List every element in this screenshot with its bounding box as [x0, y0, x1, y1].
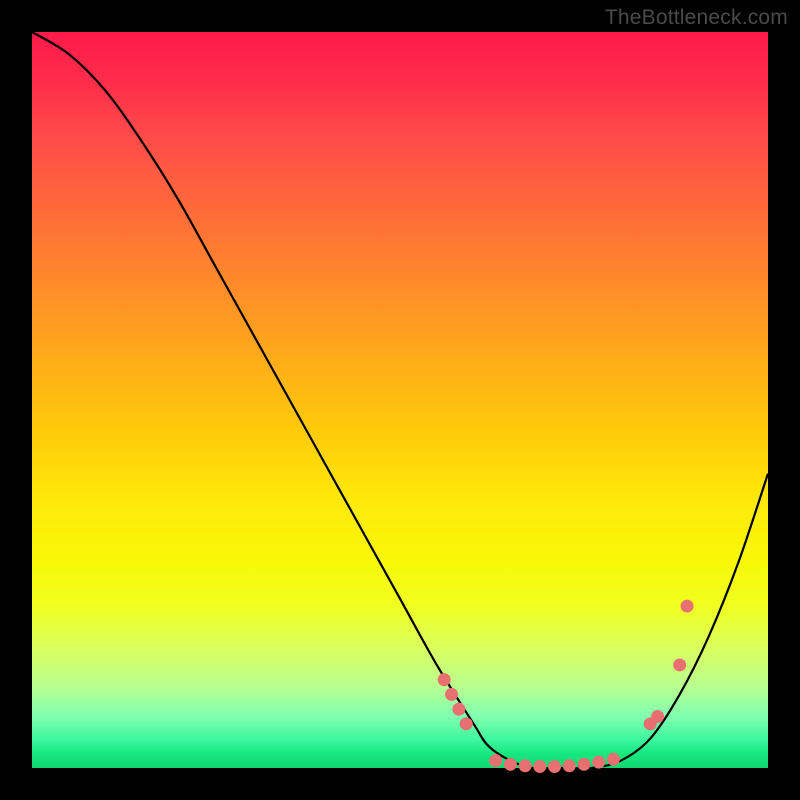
marker-point	[452, 703, 465, 716]
marker-point	[504, 758, 517, 771]
chart-svg	[32, 32, 768, 768]
marker-point	[445, 688, 458, 701]
watermark-text: TheBottleneck.com	[605, 6, 788, 30]
marker-point	[651, 710, 664, 723]
marker-point	[607, 753, 620, 766]
marker-point	[489, 754, 502, 767]
marker-point	[460, 717, 473, 730]
chart-container: TheBottleneck.com	[0, 0, 800, 800]
marker-point	[592, 756, 605, 769]
marker-point	[519, 759, 532, 772]
highlight-markers	[438, 600, 694, 773]
marker-point	[563, 759, 576, 772]
bottleneck-curve	[32, 32, 768, 769]
marker-point	[673, 658, 686, 671]
marker-point	[548, 760, 561, 773]
plot-area	[32, 32, 768, 768]
marker-point	[533, 760, 546, 773]
marker-point	[438, 673, 451, 686]
marker-point	[578, 758, 591, 771]
marker-point	[681, 600, 694, 613]
